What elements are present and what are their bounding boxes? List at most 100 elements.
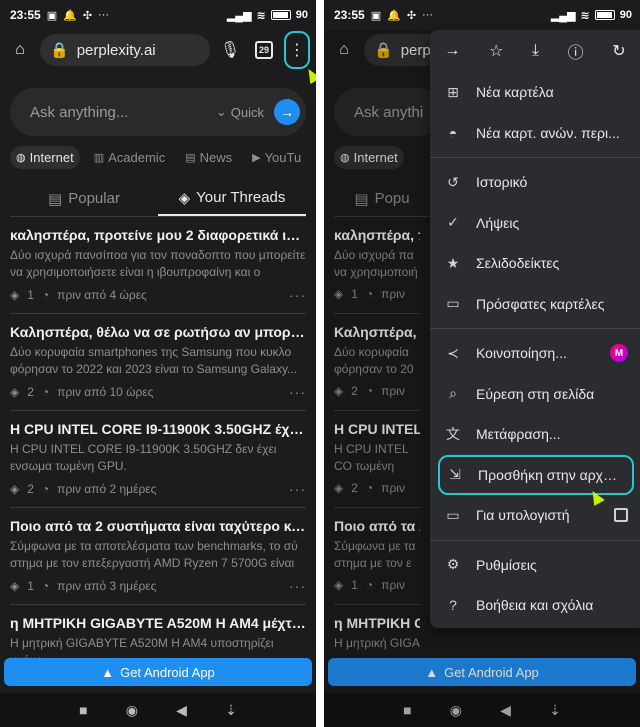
youtube-icon: ▶	[252, 152, 261, 164]
battery-icon	[270, 10, 291, 20]
source-filters: ◍ Internet ▥ Academic ▤ News ▶ YouTu	[0, 136, 316, 169]
book-icon: ▥	[93, 152, 105, 164]
incognito-icon: ◓	[448, 124, 458, 141]
menu-divider	[430, 539, 640, 541]
filter-news[interactable]: ▤ News	[179, 146, 238, 169]
thread-tabs: ▤ Popular ◈ Your Threads	[10, 181, 306, 217]
thread-snippet: H CPU INTEL CORE I9-11900K 3.50GHZ δεν έ…	[10, 442, 277, 473]
thread-title: καλησπέρα, προτείνε μου 2 διαφορετικά ισ…	[10, 227, 306, 243]
home-icon[interactable]: ⌂	[6, 36, 34, 64]
menu-new-incognito-tab[interactable]: ◓ Νέα καρτ. ανών. περι...	[430, 113, 640, 154]
search-input[interactable]: Ask anything... ⌄ Quick →	[10, 88, 306, 136]
more-notifications-icon: ···	[422, 8, 434, 21]
notification-icons: ▣ 🔔 ✣ ···	[371, 9, 433, 22]
forward-icon[interactable]: →	[444, 42, 460, 60]
menu-recent-tabs[interactable]: ▭ Πρόσφατες καρτέλες	[430, 284, 640, 325]
filter-academic[interactable]: ▥ Academic	[88, 146, 171, 169]
filter-internet[interactable]: ◍ Internet	[10, 146, 80, 169]
menu-share[interactable]: ≺ Κοινοποίηση... M	[430, 333, 640, 374]
thread-item[interactable]: H CPU INTEL CORE I9-11900K 3.50GHZ έχει …	[10, 411, 306, 508]
layers-icon: ◈	[10, 579, 20, 593]
translate-icon: 文	[446, 426, 460, 443]
menu-translate[interactable]: 文 Μετάφραση...	[430, 414, 640, 455]
menu-button[interactable]: ⋮	[284, 31, 310, 69]
android-icon: ▲	[101, 664, 115, 680]
submit-arrow-icon[interactable]: →	[274, 99, 300, 125]
download-icon[interactable]: ⤓	[532, 42, 539, 60]
wifi-icon: ≋	[256, 9, 266, 22]
menu-new-tab[interactable]: ⊞ Νέα καρτέλα	[430, 72, 640, 113]
microphone-icon[interactable]: 🎙	[216, 36, 244, 64]
home-nav-icon[interactable]: ◉	[126, 702, 138, 719]
thread-time: πριν από 4 ώρες	[57, 288, 147, 302]
popular-icon: ▤	[48, 190, 63, 208]
thread-snippet: Δύο ισχυρά πανσίποα για τον ποναδοπτο πο…	[10, 248, 306, 279]
menu-downloads[interactable]: ✓ Λήψεις	[430, 203, 640, 244]
devices-icon: ▭	[446, 295, 460, 312]
downloads-icon: ✓	[447, 214, 459, 231]
more-icon[interactable]: ···	[289, 287, 306, 303]
more-icon[interactable]: ···	[289, 481, 306, 497]
menu-add-to-home[interactable]: ⇲ Προσθήκη στην αρχική...	[438, 454, 634, 495]
notification-icons: ▣ 🔔 ✣ ···	[47, 9, 109, 22]
battery-level: 90	[619, 9, 632, 21]
more-icon[interactable]: ···	[289, 384, 306, 400]
status-time: 23:55	[334, 8, 365, 22]
desktop-icon: ▭	[446, 506, 460, 523]
settings-icon: ⚙	[446, 556, 460, 573]
thread-count: 1	[27, 579, 34, 593]
bookmark-star-icon[interactable]: ☆	[489, 41, 503, 61]
menu-find-in-page[interactable]: ⌕ Εύρεση στη σελίδα	[430, 374, 640, 415]
left-screen: 23:55 ▣ 🔔 ✣ ··· ▂▄▆ ≋ 90 ⌂ 🔒 perplexity.ai 🎙 …	[0, 0, 316, 727]
menu-bookmarks[interactable]: ★ Σελιδοδείκτες	[430, 243, 640, 284]
clock-icon: ◔	[41, 385, 50, 399]
refresh-icon[interactable]: ↻	[612, 41, 625, 61]
add-home-icon: ⇲	[449, 466, 461, 483]
tab-popular[interactable]: ▤ Popular	[10, 181, 158, 216]
tab-your-threads[interactable]: ◈ Your Threads	[158, 181, 306, 216]
filter-youtube[interactable]: ▶ YouTu	[246, 146, 307, 169]
menu-help[interactable]: ? Βοήθεια και σχόλια	[430, 585, 640, 626]
layers-icon: ◈	[178, 189, 191, 207]
tab-switcher-button[interactable]: 29	[250, 36, 278, 64]
more-icon[interactable]: ···	[289, 578, 306, 594]
thread-item[interactable]: η ΜΗΤΡΙΚΗ GIGABYTE A520M H AM4 μέχτι πό.…	[10, 605, 306, 702]
address-bar[interactable]: 🔒 perplexity.ai	[40, 34, 210, 66]
mode-label: Quick	[230, 104, 264, 120]
back-icon[interactable]: ◀	[176, 702, 187, 719]
menu-settings[interactable]: ⚙ Ρυθμίσεις	[430, 545, 640, 586]
menu-divider	[430, 328, 640, 329]
plus-square-icon: ⊞	[447, 83, 459, 100]
thread-snippet: Σύμφωνα με τα αποτελέσματα των benchmark…	[10, 539, 298, 570]
recents-icon[interactable]: ■	[79, 702, 87, 718]
nav-down-icon[interactable]: ⇣	[225, 702, 237, 719]
menu-action-row: → ☆ ⤓ ⓘ ↻	[430, 30, 640, 72]
notification-icon: ▣	[370, 9, 382, 22]
tab-count: 29	[255, 41, 273, 59]
system-nav-bar: ■ ◉ ◀ ⇣	[0, 693, 316, 727]
thread-title: Καλησπέρα, θέλω να σε ρωτήσω αν μπορείς …	[10, 324, 306, 340]
get-android-app-button[interactable]: ▲ Get Android App	[4, 658, 312, 686]
menu-desktop-site[interactable]: ▭ Για υπολογιστή	[430, 495, 640, 536]
thread-item[interactable]: καλησπέρα, προτείνε μου 2 διαφορετικά ισ…	[10, 217, 306, 314]
mode-selector[interactable]: ⌄ Quick	[216, 104, 264, 120]
thread-title: η ΜΗΤΡΙΚΗ GIGABYTE A520M H AM4 μέχτι πό.…	[10, 615, 306, 631]
fan-icon: ✣	[406, 9, 417, 22]
thread-item[interactable]: Καλησπέρα, θέλω να σε ρωτήσω αν μπορείς …	[10, 314, 306, 411]
info-icon[interactable]: ⓘ	[568, 39, 584, 63]
desktop-site-checkbox[interactable]	[614, 508, 628, 523]
thread-snippet: Δύο κορυφαία smartphones της Samsung που…	[10, 345, 298, 376]
thread-list: καλησπέρα, προτείνε μου 2 διαφορετικά ισ…	[0, 217, 316, 702]
clock-icon: ◔	[41, 288, 50, 302]
history-icon: ↺	[447, 173, 459, 190]
star-icon: ★	[446, 254, 460, 271]
notification-icon: ▣	[46, 9, 58, 22]
lock-icon: 🔒	[50, 42, 69, 59]
help-icon: ?	[449, 597, 457, 614]
status-time: 23:55	[10, 8, 41, 22]
find-icon: ⌕	[449, 385, 457, 402]
menu-history[interactable]: ↺ Ιστορικό	[430, 162, 640, 203]
share-icon: ≺	[447, 344, 459, 361]
thread-item[interactable]: Ποιο από τα 2 συστήματα είναι ταχύτερο κ…	[10, 508, 306, 605]
menu-divider	[430, 157, 640, 158]
